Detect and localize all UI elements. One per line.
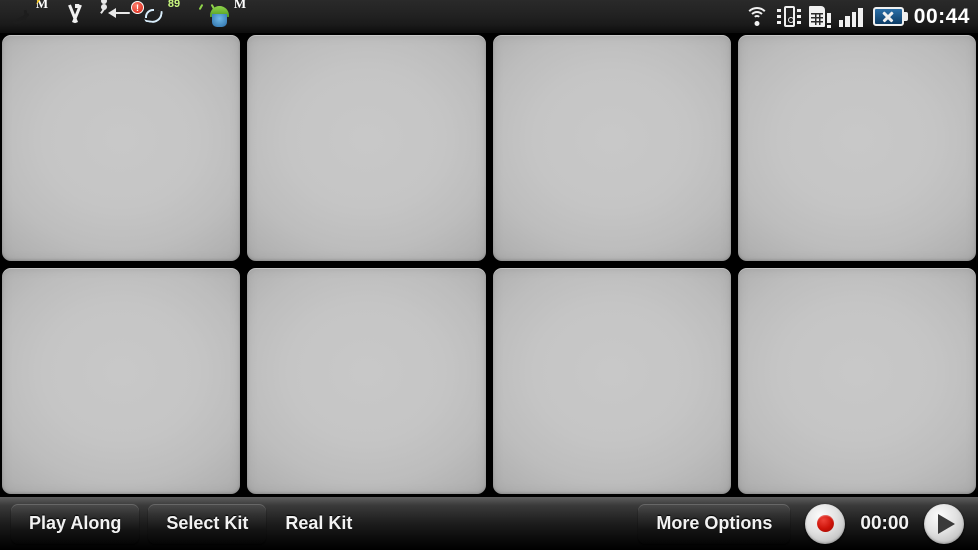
drum-pad-6[interactable]	[247, 268, 486, 494]
drum-pad-2[interactable]	[247, 35, 486, 261]
mcafee-shield-icon: M	[233, 0, 247, 11]
bottom-toolbar: Play Along Select Kit Real Kit More Opti…	[0, 496, 978, 550]
gmail-icon	[68, 3, 101, 30]
status-bar-clock: 00:44	[913, 4, 970, 28]
recording-timer: 00:00	[860, 512, 909, 534]
drum-pad-5[interactable]	[2, 268, 241, 494]
more-options-button[interactable]: More Options	[638, 503, 791, 544]
record-icon	[816, 515, 834, 532]
drum-pad-8[interactable]	[737, 268, 976, 494]
real-kit-button[interactable]: Real Kit	[275, 504, 362, 544]
toolbar-left-group: Play Along Select Kit Real Kit	[0, 503, 362, 544]
play-icon	[937, 513, 955, 534]
select-kit-button[interactable]: Select Kit	[148, 503, 267, 544]
status-bar-system-icons: 00:44	[744, 4, 978, 29]
sim-card-alert-icon	[808, 5, 831, 28]
app-root: M ! 89 M 00:44 Play Along Select Kit Rea…	[0, 0, 978, 550]
play-along-button[interactable]: Play Along	[11, 503, 140, 544]
battery-percent-ring-icon: 89	[167, 0, 181, 10]
drum-pad-1[interactable]	[2, 35, 241, 261]
alert-badge: !	[131, 0, 144, 14]
vibrate-icon	[776, 5, 801, 28]
play-button[interactable]	[924, 503, 964, 544]
mcafee-shield-charging-icon: M	[33, 0, 68, 30]
wifi-icon	[744, 7, 769, 26]
record-button[interactable]	[805, 503, 846, 544]
status-bar-notification-icons: M ! 89 M	[0, 0, 266, 30]
battery-no-charge-icon	[872, 7, 908, 26]
drum-pad-3[interactable]	[492, 35, 731, 261]
drum-pad-4[interactable]	[737, 35, 976, 261]
sync-app-icon: !	[131, 0, 167, 30]
drum-pad-7[interactable]	[492, 268, 731, 494]
toolbar-right-group: More Options 00:00	[638, 503, 978, 544]
android-system-icon	[198, 3, 233, 30]
drum-pad-grid	[0, 33, 978, 496]
status-bar: M ! 89 M 00:44	[0, 0, 978, 33]
silent-mode-icon	[9, 4, 35, 30]
cellular-signal-icon	[838, 7, 865, 27]
